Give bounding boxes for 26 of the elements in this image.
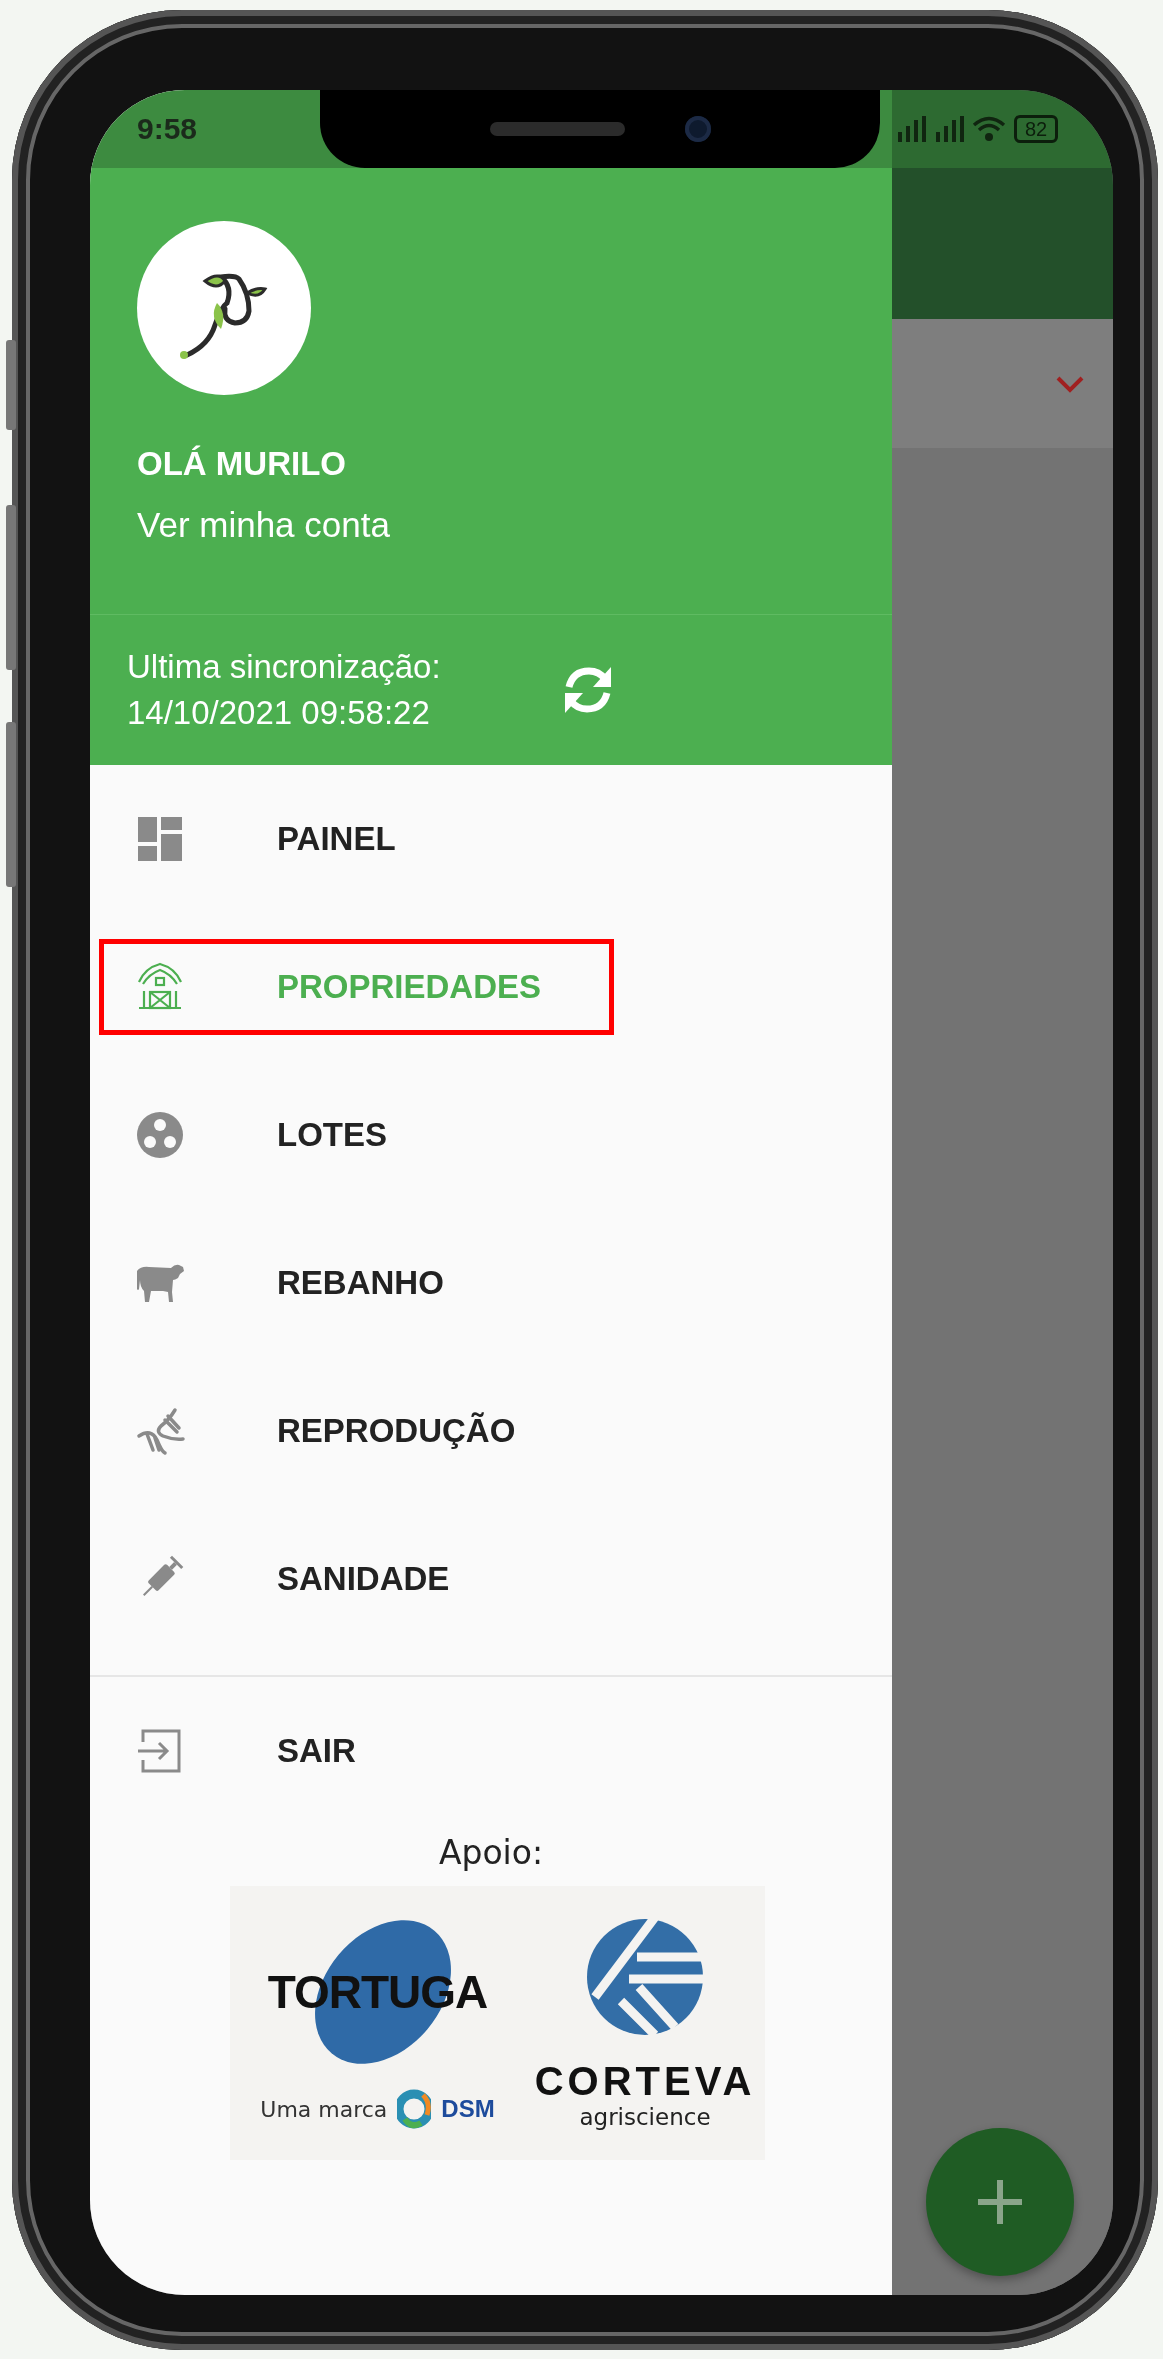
battery-level: 82 — [1014, 115, 1059, 143]
signal-icon — [896, 114, 926, 144]
menu-item[interactable]: SANIDADE — [90, 1505, 892, 1653]
brand-tagline: Uma marca — [260, 2096, 388, 2122]
plus-icon — [975, 2177, 1025, 2227]
signal-icon — [934, 114, 964, 144]
menu-item[interactable]: LOTES — [90, 1061, 892, 1209]
camera-lens — [684, 116, 711, 142]
greeting-text: OLÁ MURILO — [137, 445, 347, 483]
brand-name: CORTEVA — [534, 2058, 756, 2104]
menu-item[interactable]: REBANHO — [90, 1209, 892, 1357]
menu-item[interactable]: PAINEL — [90, 765, 892, 913]
chevron-down-icon — [1055, 374, 1085, 393]
barn-icon — [135, 962, 185, 1012]
sync-status: Ultima sincronização: 14/10/2021 09:58:22 — [127, 647, 441, 733]
sponsors-label: Apoio: — [438, 1833, 544, 1872]
menu-item[interactable]: SAIR — [90, 1677, 892, 1825]
dashboard-icon — [135, 814, 185, 864]
brand-name: DSM — [441, 2095, 495, 2123]
swirl-logo-icon — [397, 2089, 432, 2129]
circle-stripes-logo-icon — [585, 1916, 705, 2037]
brand-tagline: agriscience — [579, 2103, 711, 2130]
status-time: 9:58 — [137, 112, 198, 146]
wifi-icon — [972, 114, 1006, 144]
menu-item[interactable]: REPRODUÇÃO — [90, 1357, 892, 1505]
circle-dots-icon — [135, 1110, 185, 1160]
